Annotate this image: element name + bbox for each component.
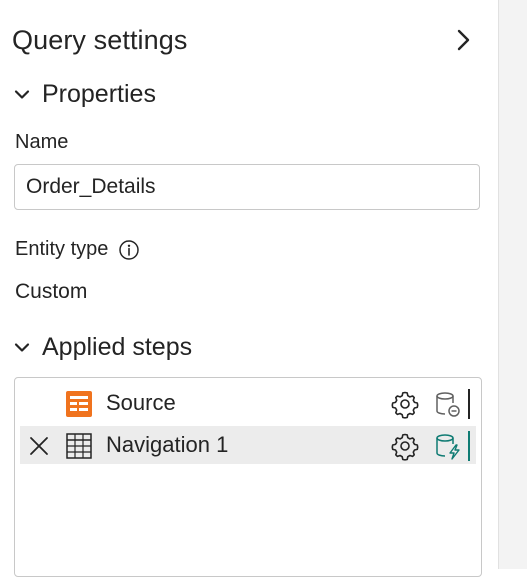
applied-step-name: Navigation 1 xyxy=(106,432,229,457)
panel-title: Query settings xyxy=(12,24,188,55)
query-settings-panel: Query settings Properties Name Entity ty… xyxy=(0,0,498,577)
name-label: Name xyxy=(15,131,69,153)
collapse-panel-button[interactable] xyxy=(450,26,478,54)
entity-type-value: Custom xyxy=(15,280,88,303)
applied-steps-section-toggle[interactable]: Applied steps xyxy=(14,333,192,362)
step-status-bar xyxy=(468,389,470,419)
info-icon[interactable] xyxy=(118,239,140,261)
chevron-right-icon xyxy=(457,29,470,51)
close-icon xyxy=(30,437,48,455)
applied-steps-section-label: Applied steps xyxy=(42,333,193,361)
gear-icon[interactable] xyxy=(390,431,420,461)
panel-edge xyxy=(498,0,527,569)
entity-type-row: Entity type xyxy=(15,238,140,261)
source-table-icon xyxy=(66,391,92,417)
chevron-down-icon xyxy=(14,342,30,352)
query-name-input[interactable] xyxy=(14,164,480,210)
properties-section-toggle[interactable]: Properties xyxy=(14,80,156,109)
data-source-fast-icon xyxy=(436,434,460,460)
applied-step-name: Source xyxy=(106,390,176,415)
panel-header: Query settings xyxy=(12,22,478,58)
table-grid-icon xyxy=(66,433,92,459)
applied-step-navigation[interactable]: Navigation 1 xyxy=(20,426,476,464)
gear-icon[interactable] xyxy=(390,389,420,419)
applied-step-source[interactable]: Source xyxy=(20,384,476,422)
applied-steps-list: Source Navigation 1 xyxy=(14,377,482,577)
step-status-bar xyxy=(468,431,470,461)
properties-section-label: Properties xyxy=(42,80,156,108)
entity-type-label: Entity type xyxy=(15,238,109,260)
delete-step-button[interactable] xyxy=(26,433,52,459)
chevron-down-icon xyxy=(14,89,30,99)
data-source-icon xyxy=(436,392,460,417)
